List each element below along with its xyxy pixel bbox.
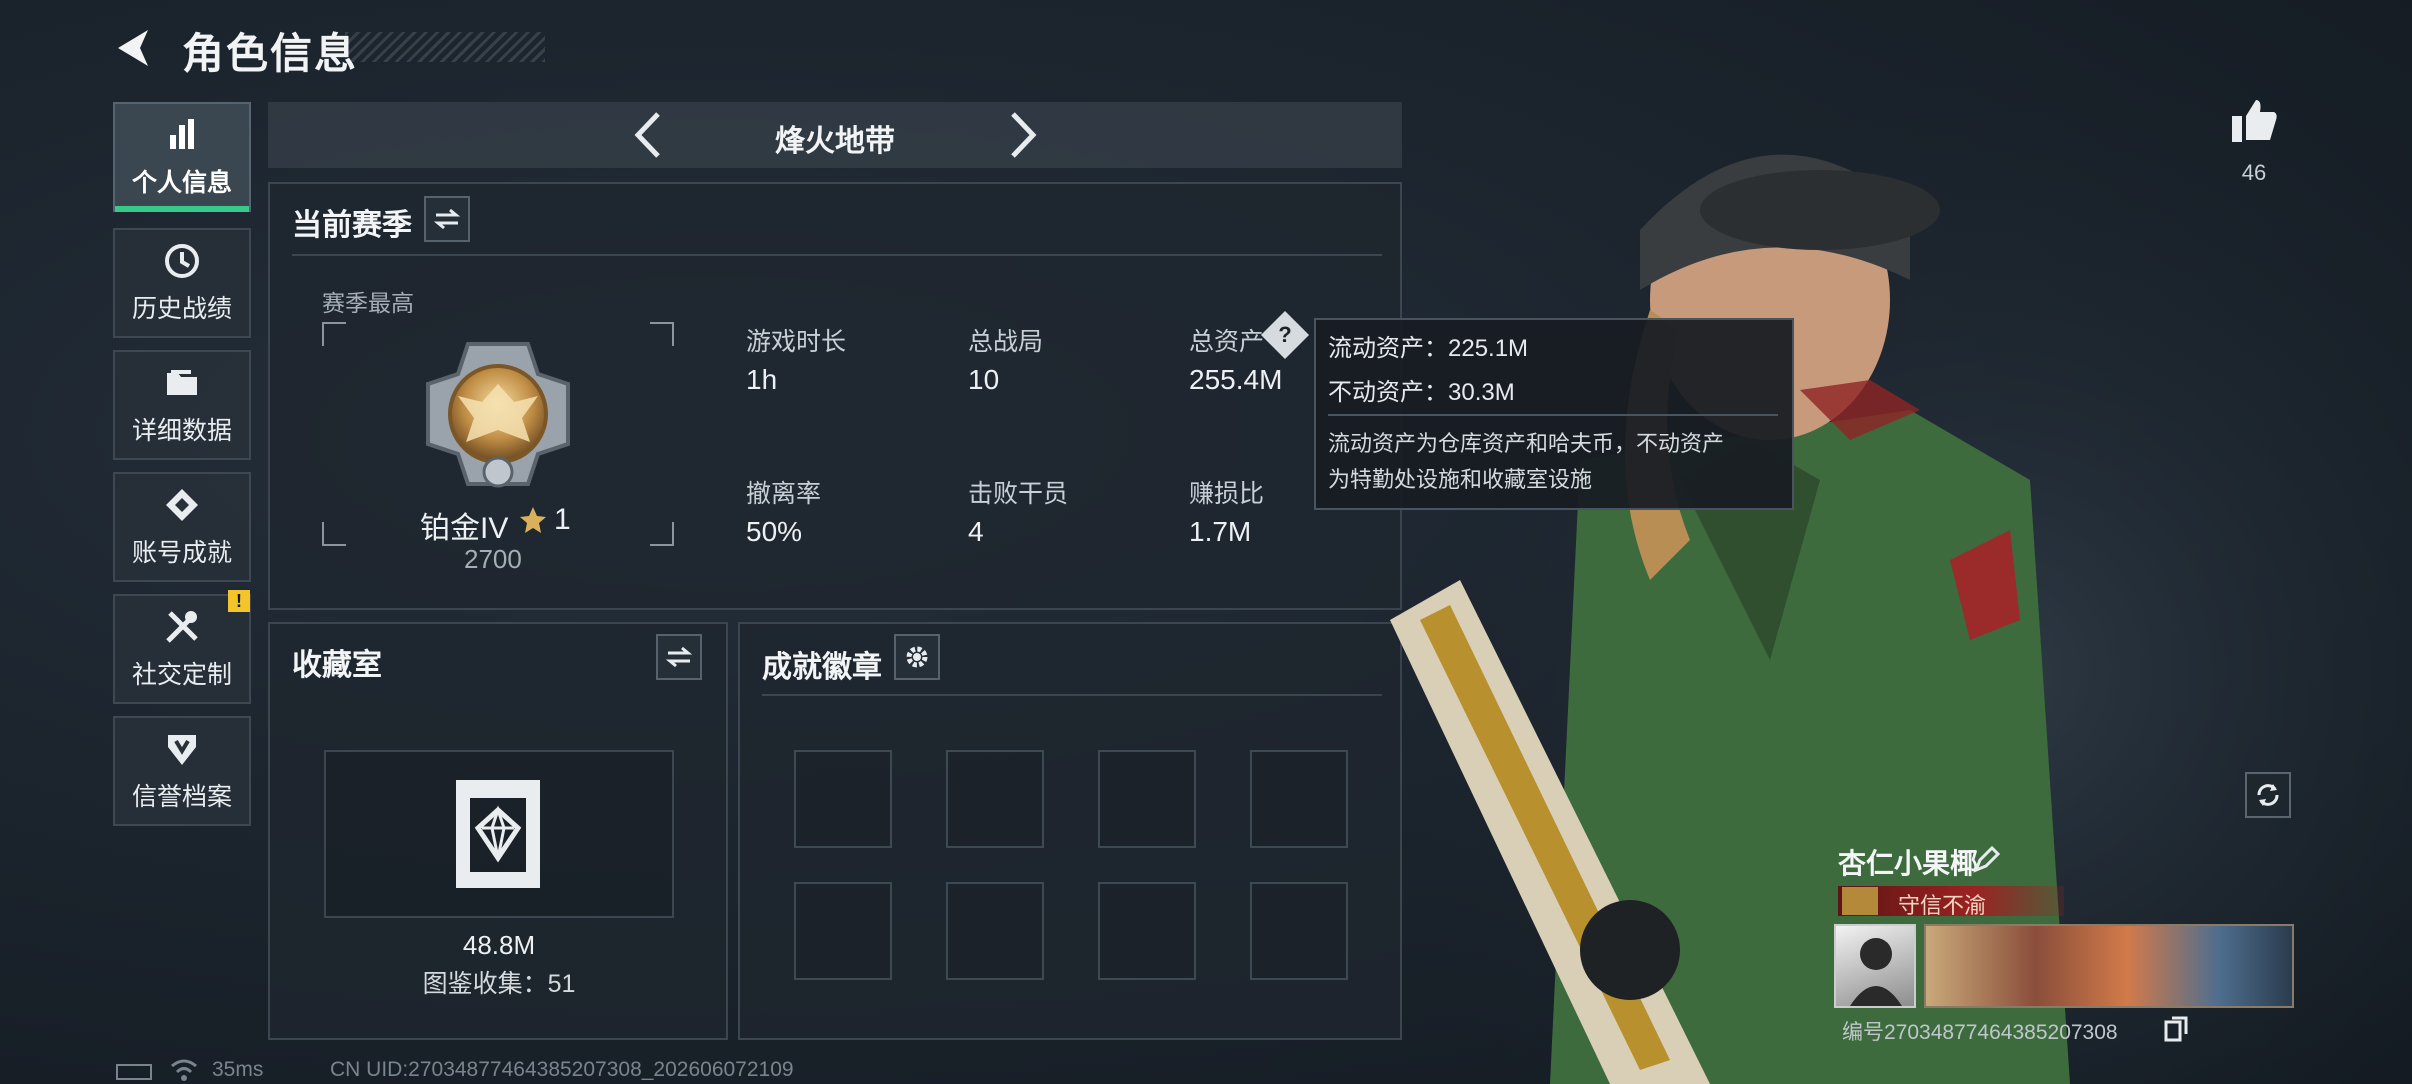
collection-title: 收藏室 — [292, 649, 382, 682]
gear-icon — [906, 646, 928, 668]
sidebar-item-label: 账号成就 — [131, 539, 232, 567]
sidebar-item-credit-profile[interactable]: 信誉档案 — [113, 716, 251, 826]
collection-count: 图鉴收集：51 — [422, 970, 576, 998]
badge-settings-button[interactable] — [894, 634, 940, 680]
chevron-left-icon[interactable] — [630, 110, 666, 160]
stat-label: 击败干员 — [968, 480, 1069, 508]
folder-icon — [167, 370, 197, 395]
stat-value: 50% — [746, 516, 803, 547]
player-id: 编号2703487746438520730​8 — [1842, 1016, 2118, 1046]
rank-emblem-icon — [426, 342, 570, 488]
sidebar-item-detailed-data[interactable]: 详细数据 — [113, 350, 251, 460]
stat-value: 4 — [968, 516, 984, 547]
mode-label: 烽火地带 — [775, 125, 895, 158]
refresh-button[interactable] — [2245, 772, 2291, 818]
stat-value: 1h — [746, 364, 778, 395]
title-decoration — [345, 32, 545, 62]
bar-chart-icon — [170, 119, 194, 149]
chevron-right-icon[interactable] — [1005, 110, 1041, 160]
tooltip-divider — [1328, 414, 1778, 416]
badge-slot[interactable] — [946, 750, 1044, 848]
stat-value: 255.4M — [1189, 364, 1283, 395]
badge-slot[interactable] — [946, 882, 1044, 980]
reputation-emblem-icon — [1842, 887, 1878, 915]
swap-icon — [665, 646, 693, 668]
profile-banner-image[interactable] — [1924, 924, 2294, 1008]
uid-text: CN UID:2703487746438520730​8_20260607210… — [330, 1058, 794, 1081]
refresh-icon — [2257, 784, 2279, 806]
stat-label: 撤离率 — [746, 480, 822, 508]
vault-gem-icon — [456, 780, 540, 888]
achievement-icon — [166, 489, 198, 521]
battery-icon — [116, 1064, 152, 1080]
tooltip-liquid-assets: 流动资产：225.1M — [1328, 335, 1529, 362]
tooltip-fixed-assets: 不动资产：30.3M — [1328, 379, 1515, 406]
season-best-label: 赛季最高 — [322, 290, 414, 316]
player-name: 杏仁小果椰 — [1838, 848, 1979, 879]
back-arrow-icon[interactable] — [112, 26, 156, 70]
frame-corner — [650, 322, 674, 346]
badges-title: 成就徽章 — [762, 651, 882, 684]
sidebar-item-label: 社交定制 — [131, 661, 232, 689]
rank-points: 2700 — [464, 544, 522, 574]
likes-count: 46 — [2241, 160, 2267, 185]
sidebar-item-label: 详细数据 — [131, 417, 232, 445]
sidebar-item-label: 个人信息 — [131, 169, 232, 197]
rank-stars: 1 — [554, 503, 571, 536]
swap-season-button[interactable] — [424, 196, 470, 242]
sidebar-item-label: 历史战绩 — [131, 295, 232, 323]
swap-icon — [433, 208, 461, 230]
active-indicator — [115, 206, 249, 212]
thumbs-up-icon[interactable] — [2230, 98, 2278, 144]
swap-collection-button[interactable] — [656, 634, 702, 680]
badge-slot[interactable] — [1098, 750, 1196, 848]
frame-corner — [322, 322, 346, 346]
avatar[interactable] — [1834, 924, 1916, 1008]
tools-icon — [166, 611, 198, 643]
stat-value: 1.7M — [1189, 516, 1252, 547]
stat-label: 总战局 — [968, 328, 1044, 356]
badge-slot[interactable] — [1250, 750, 1348, 848]
sidebar-item-personal-info[interactable]: 个人信息 — [113, 102, 251, 212]
stat-value: 10 — [968, 364, 1000, 395]
star-icon — [520, 507, 546, 533]
stat-label: 游戏时长 — [746, 328, 847, 356]
ping-text: 35ms — [212, 1058, 264, 1081]
copy-icon[interactable] — [2164, 1016, 2188, 1042]
tooltip-description-1: 流动资产为仓库资产和哈夫币，不动资产 — [1328, 431, 1725, 456]
player-id-value: 2703487746438520730​8 — [1884, 1021, 2118, 1044]
badge-slot[interactable] — [1098, 882, 1196, 980]
help-icon-glyph: ? — [1278, 322, 1292, 347]
sidebar-item-history[interactable]: 历史战绩 — [113, 228, 251, 338]
frame-corner — [322, 522, 346, 546]
divider — [762, 694, 1382, 696]
reputation-label: 守信不渝 — [1898, 893, 1987, 918]
avatar-figure-icon — [1850, 938, 1902, 1006]
page-title: 角色信息 — [182, 30, 359, 77]
player-id-label: 编号 — [1842, 1021, 1884, 1044]
notification-badge: ! — [228, 590, 250, 612]
frame-corner — [650, 522, 674, 546]
season-title: 当前赛季 — [292, 209, 412, 242]
badge-slot[interactable] — [1250, 882, 1348, 980]
history-icon — [165, 244, 199, 278]
sidebar-item-label: 信誉档案 — [131, 783, 232, 811]
edit-pencil-icon[interactable] — [1972, 846, 2000, 874]
tooltip-description-2: 为特勤处设施和收藏室设施 — [1328, 467, 1593, 492]
rank-name: 铂金IV — [420, 512, 509, 545]
sidebar-item-achievements[interactable]: 账号成就 — [113, 472, 251, 582]
stat-label: 赚损比 — [1189, 480, 1265, 508]
credit-shield-icon — [168, 735, 196, 765]
badge-slot[interactable] — [794, 750, 892, 848]
divider — [292, 254, 1382, 256]
stat-label: 总资产 — [1189, 328, 1265, 356]
wifi-icon — [171, 1059, 197, 1081]
badge-slot[interactable] — [794, 882, 892, 980]
collection-value: 48.8M — [462, 930, 536, 960]
